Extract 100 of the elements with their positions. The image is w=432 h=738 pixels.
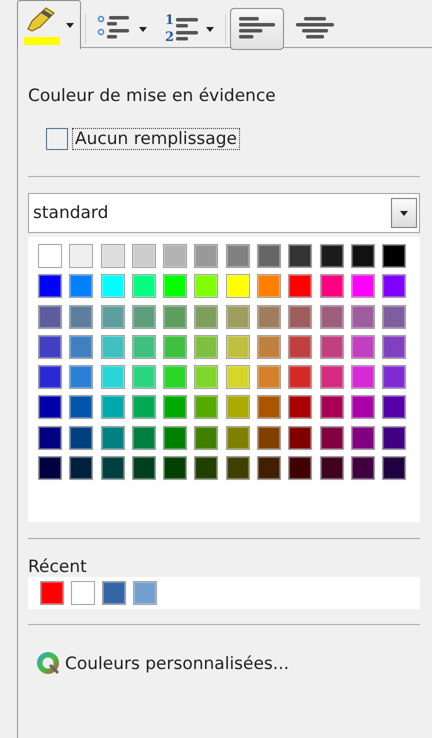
color-swatch[interactable] (257, 304, 282, 329)
custom-colors-button[interactable]: Couleurs personnalisées... (36, 651, 290, 678)
color-swatch[interactable] (226, 334, 250, 359)
color-swatch[interactable] (38, 426, 62, 450)
color-swatch[interactable] (69, 244, 94, 268)
color-swatch[interactable] (257, 426, 282, 450)
color-swatch[interactable] (69, 365, 94, 390)
color-swatch[interactable] (194, 426, 218, 450)
color-swatch[interactable] (132, 244, 156, 268)
color-swatch[interactable] (100, 365, 125, 390)
color-swatch[interactable] (163, 456, 188, 480)
color-swatch[interactable] (226, 456, 250, 480)
color-swatch[interactable] (226, 365, 250, 390)
color-swatch[interactable] (163, 426, 188, 450)
color-swatch[interactable] (38, 365, 62, 390)
color-swatch[interactable] (132, 426, 156, 450)
highlight-color-button[interactable] (17, 0, 81, 49)
color-swatch[interactable] (100, 395, 125, 420)
color-swatch[interactable] (257, 456, 282, 480)
color-swatch[interactable] (350, 334, 375, 359)
color-swatch[interactable] (69, 334, 94, 359)
color-swatch[interactable] (194, 304, 218, 329)
color-swatch[interactable] (226, 426, 250, 450)
color-swatch[interactable] (38, 456, 62, 480)
color-swatch[interactable] (382, 244, 406, 268)
color-swatch[interactable] (320, 274, 344, 298)
color-swatch[interactable] (194, 244, 218, 268)
color-swatch[interactable] (320, 456, 344, 480)
color-swatch[interactable] (100, 274, 125, 298)
color-swatch[interactable] (102, 581, 126, 606)
color-swatch[interactable] (226, 244, 250, 268)
color-swatch[interactable] (350, 395, 375, 420)
color-swatch[interactable] (382, 304, 406, 329)
color-swatch[interactable] (38, 274, 62, 298)
color-swatch[interactable] (38, 395, 62, 420)
color-swatch[interactable] (350, 456, 375, 480)
color-swatch[interactable] (163, 274, 188, 298)
color-swatch[interactable] (288, 274, 312, 298)
color-swatch[interactable] (69, 274, 94, 298)
color-swatch[interactable] (382, 334, 406, 359)
color-swatch[interactable] (257, 395, 282, 420)
color-swatch[interactable] (257, 244, 282, 268)
color-swatch[interactable] (132, 304, 156, 329)
color-swatch[interactable] (257, 365, 282, 390)
color-swatch[interactable] (288, 395, 312, 420)
color-swatch[interactable] (320, 244, 344, 268)
color-swatch[interactable] (40, 581, 64, 606)
color-swatch[interactable] (288, 456, 312, 480)
color-swatch[interactable] (38, 244, 62, 268)
color-swatch[interactable] (257, 274, 282, 298)
color-swatch[interactable] (69, 456, 94, 480)
color-swatch[interactable] (132, 334, 156, 359)
color-swatch[interactable] (382, 426, 406, 450)
color-swatch[interactable] (350, 304, 375, 329)
color-swatch[interactable] (288, 244, 312, 268)
color-swatch[interactable] (350, 244, 375, 268)
color-swatch[interactable] (132, 274, 156, 298)
color-swatch[interactable] (133, 581, 157, 606)
color-swatch[interactable] (288, 426, 312, 450)
color-swatch[interactable] (194, 274, 218, 298)
color-swatch[interactable] (320, 365, 344, 390)
color-swatch[interactable] (288, 334, 312, 359)
palette-select[interactable]: standard (28, 193, 420, 233)
color-swatch[interactable] (226, 304, 250, 329)
color-swatch[interactable] (100, 334, 125, 359)
color-swatch[interactable] (320, 426, 344, 450)
color-swatch[interactable] (320, 334, 344, 359)
color-swatch[interactable] (226, 395, 250, 420)
color-swatch[interactable] (350, 426, 375, 450)
color-swatch[interactable] (163, 304, 188, 329)
color-swatch[interactable] (163, 395, 188, 420)
color-swatch[interactable] (320, 304, 344, 329)
color-swatch[interactable] (382, 395, 406, 420)
color-swatch[interactable] (194, 456, 218, 480)
color-swatch[interactable] (132, 456, 156, 480)
color-swatch[interactable] (132, 395, 156, 420)
color-swatch[interactable] (320, 395, 344, 420)
color-swatch[interactable] (71, 581, 95, 606)
color-swatch[interactable] (194, 365, 218, 390)
color-swatch[interactable] (350, 274, 375, 298)
color-swatch[interactable] (69, 426, 94, 450)
color-swatch[interactable] (132, 365, 156, 390)
color-swatch[interactable] (288, 365, 312, 390)
color-swatch[interactable] (100, 304, 125, 329)
color-swatch[interactable] (100, 456, 125, 480)
numbered-list-button[interactable]: 1 2 (158, 8, 222, 50)
color-swatch[interactable] (288, 304, 312, 329)
color-swatch[interactable] (163, 244, 188, 268)
color-swatch[interactable] (194, 395, 218, 420)
color-swatch[interactable] (38, 334, 62, 359)
color-swatch[interactable] (100, 426, 125, 450)
color-swatch[interactable] (163, 334, 188, 359)
color-swatch[interactable] (100, 244, 125, 268)
color-swatch[interactable] (69, 304, 94, 329)
color-swatch[interactable] (382, 365, 406, 390)
color-swatch[interactable] (382, 456, 406, 480)
color-swatch[interactable] (163, 365, 188, 390)
color-swatch[interactable] (257, 334, 282, 359)
color-swatch[interactable] (69, 395, 94, 420)
color-swatch[interactable] (382, 274, 406, 298)
